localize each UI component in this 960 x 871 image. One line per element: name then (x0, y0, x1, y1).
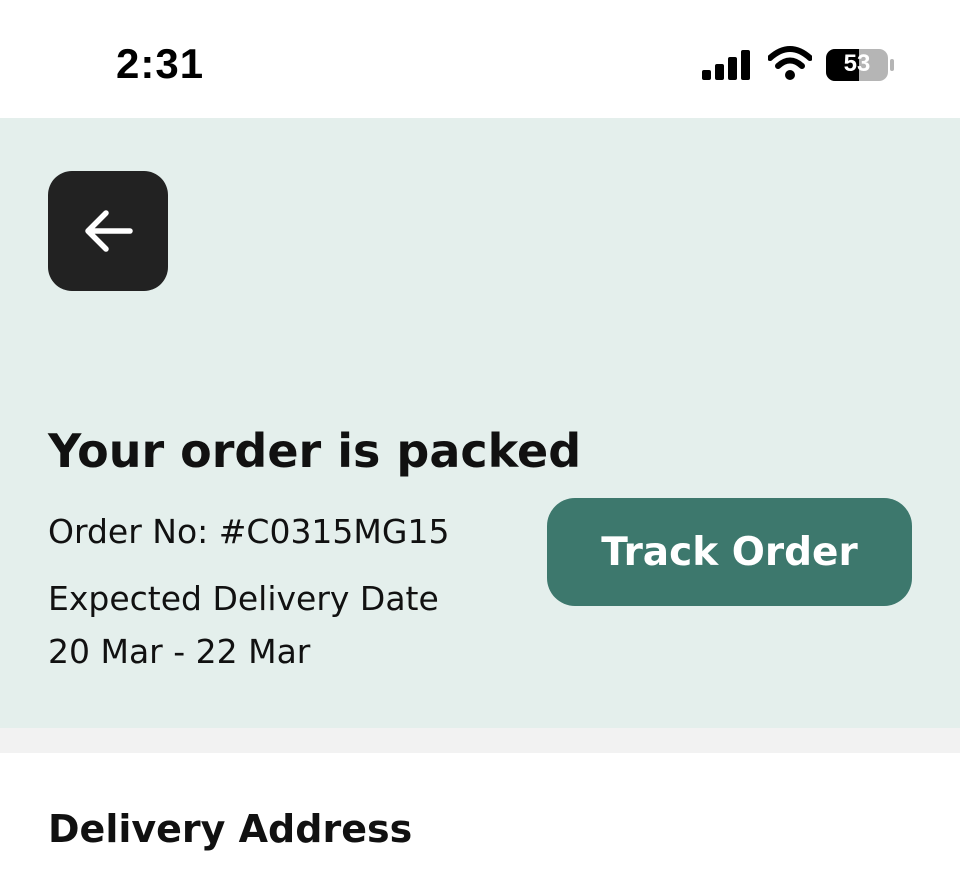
section-divider (0, 728, 960, 753)
order-status-title: Your order is packed (48, 424, 582, 478)
battery-level: 53 (843, 50, 871, 77)
wifi-icon (768, 46, 812, 80)
delivery-address-heading: Delivery Address (48, 807, 413, 851)
order-status-screen: 2:31 53 Your order is packed Order No: #… (0, 0, 960, 871)
status-bar: 2:31 53 (0, 0, 960, 118)
status-time: 2:31 (116, 40, 205, 87)
track-order-button[interactable]: Track Order (547, 498, 912, 606)
back-button[interactable] (48, 171, 168, 291)
cellular-signal-icon (702, 50, 750, 80)
expected-delivery-range: 20 Mar - 22 Mar (48, 632, 311, 671)
order-number: Order No: #C0315MG15 (48, 512, 450, 551)
expected-delivery-label: Expected Delivery Date (48, 579, 439, 618)
arrow-left-icon (85, 210, 133, 252)
